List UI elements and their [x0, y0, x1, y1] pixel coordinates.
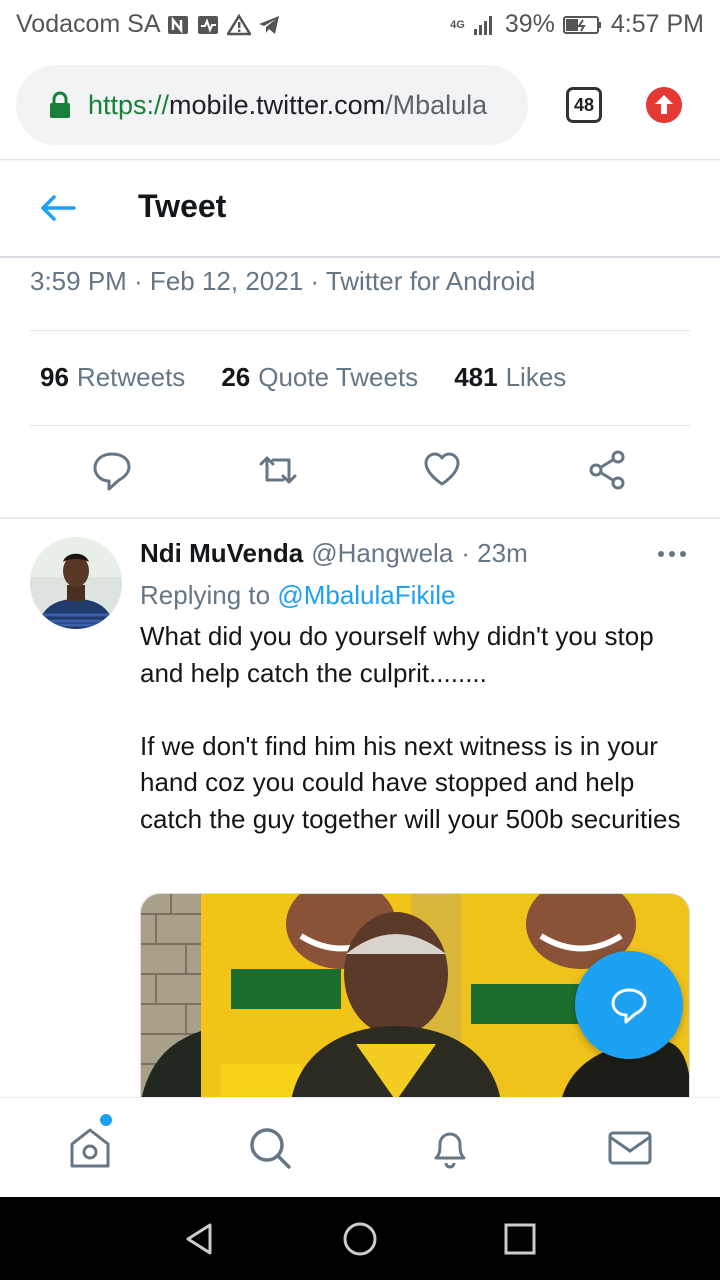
- url-text: https://mobile.twitter.com/Mbalula: [88, 90, 487, 121]
- divider: [30, 425, 690, 426]
- activity-icon: [197, 15, 218, 34]
- lock-icon: [50, 91, 70, 118]
- notification-n-icon: [167, 15, 188, 34]
- reply-author-name[interactable]: Ndi MuVenda: [140, 538, 303, 569]
- tab-switcher-button[interactable]: 48: [566, 87, 602, 123]
- telegram-icon: [258, 15, 279, 34]
- battery-icon: [562, 15, 601, 34]
- warning-icon: [226, 13, 251, 35]
- reply-text: What did you do yourself why didn't you …: [140, 621, 681, 834]
- page-title: Tweet: [138, 188, 227, 224]
- carrier-label: Vodacom SA: [16, 10, 161, 38]
- tweet-page-header: Tweet: [0, 160, 720, 258]
- quotes-count: 26: [221, 362, 251, 392]
- meta-separator: ·: [303, 266, 326, 296]
- divider: [30, 330, 690, 331]
- status-bar: Vodacom SA 4G 39% 4:57 PM: [0, 0, 720, 50]
- replying-to: Replying to @MbalulaFikile: [140, 580, 455, 611]
- avatar-image: [30, 537, 122, 629]
- address-bar[interactable]: https://mobile.twitter.com/Mbalula: [16, 65, 528, 145]
- signal-icon: [473, 15, 492, 35]
- battery-percent: 39%: [504, 10, 555, 38]
- replying-mention[interactable]: @MbalulaFikile: [277, 580, 455, 610]
- compose-reply-icon: [611, 988, 647, 1024]
- system-navigation-bar: [0, 1197, 720, 1280]
- messages-envelope-icon[interactable]: [606, 1124, 654, 1172]
- network-label: 4G: [450, 18, 465, 31]
- search-icon[interactable]: [246, 1124, 294, 1172]
- tweet-timestamp[interactable]: 3:59 PM · Feb 12, 2021: [30, 266, 303, 296]
- replying-prefix: Replying to: [140, 580, 278, 610]
- home-notification-dot: [100, 1114, 112, 1126]
- url-scheme: https://: [88, 89, 170, 120]
- avatar[interactable]: [30, 537, 122, 629]
- quotes-label: Quote Tweets: [258, 362, 419, 392]
- url-path: /Mbalula: [385, 89, 488, 120]
- compose-reply-button[interactable]: [575, 951, 683, 1059]
- quote-tweets-stat[interactable]: 26 Quote Tweets: [221, 362, 418, 393]
- like-icon[interactable]: [422, 448, 462, 492]
- reply-header: Ndi MuVenda @Hangwela · 23m: [140, 538, 528, 569]
- tweet-source[interactable]: Twitter for Android: [326, 266, 536, 296]
- home-icon[interactable]: [66, 1124, 114, 1172]
- update-icon[interactable]: [646, 87, 682, 123]
- back-triangle-icon[interactable]: [180, 1219, 220, 1259]
- recents-square-icon[interactable]: [500, 1219, 540, 1259]
- retweets-label: Retweets: [76, 362, 186, 392]
- likes-label: Likes: [505, 362, 567, 392]
- notifications-bell-icon[interactable]: [426, 1124, 474, 1172]
- retweets-count: 96: [40, 362, 69, 392]
- home-circle-icon[interactable]: [340, 1219, 380, 1259]
- share-icon[interactable]: [588, 448, 628, 492]
- tweet-actions: [0, 448, 720, 498]
- retweets-stat[interactable]: 96 Retweets: [40, 362, 185, 393]
- clock: 4:57 PM: [610, 10, 704, 38]
- likes-stat[interactable]: 481 Likes: [454, 362, 566, 393]
- reply-icon[interactable]: [92, 448, 132, 492]
- browser-toolbar: https://mobile.twitter.com/Mbalula 48: [0, 50, 720, 160]
- section-divider: [0, 517, 720, 519]
- bottom-navigation: [0, 1097, 720, 1197]
- back-arrow-icon[interactable]: [38, 192, 78, 224]
- retweet-icon[interactable]: [258, 448, 298, 492]
- url-host: mobile.twitter.com: [169, 89, 386, 120]
- reply-author-handle[interactable]: @Hangwela: [311, 538, 453, 569]
- tweet-meta: 3:59 PM · Feb 12, 2021 · Twitter for And…: [30, 266, 535, 297]
- reply-time: · 23m: [461, 538, 528, 568]
- tweet-stats: 96 Retweets 26 Quote Tweets 481 Likes: [40, 362, 602, 393]
- more-options-icon[interactable]: [656, 545, 688, 563]
- likes-count: 481: [454, 362, 498, 392]
